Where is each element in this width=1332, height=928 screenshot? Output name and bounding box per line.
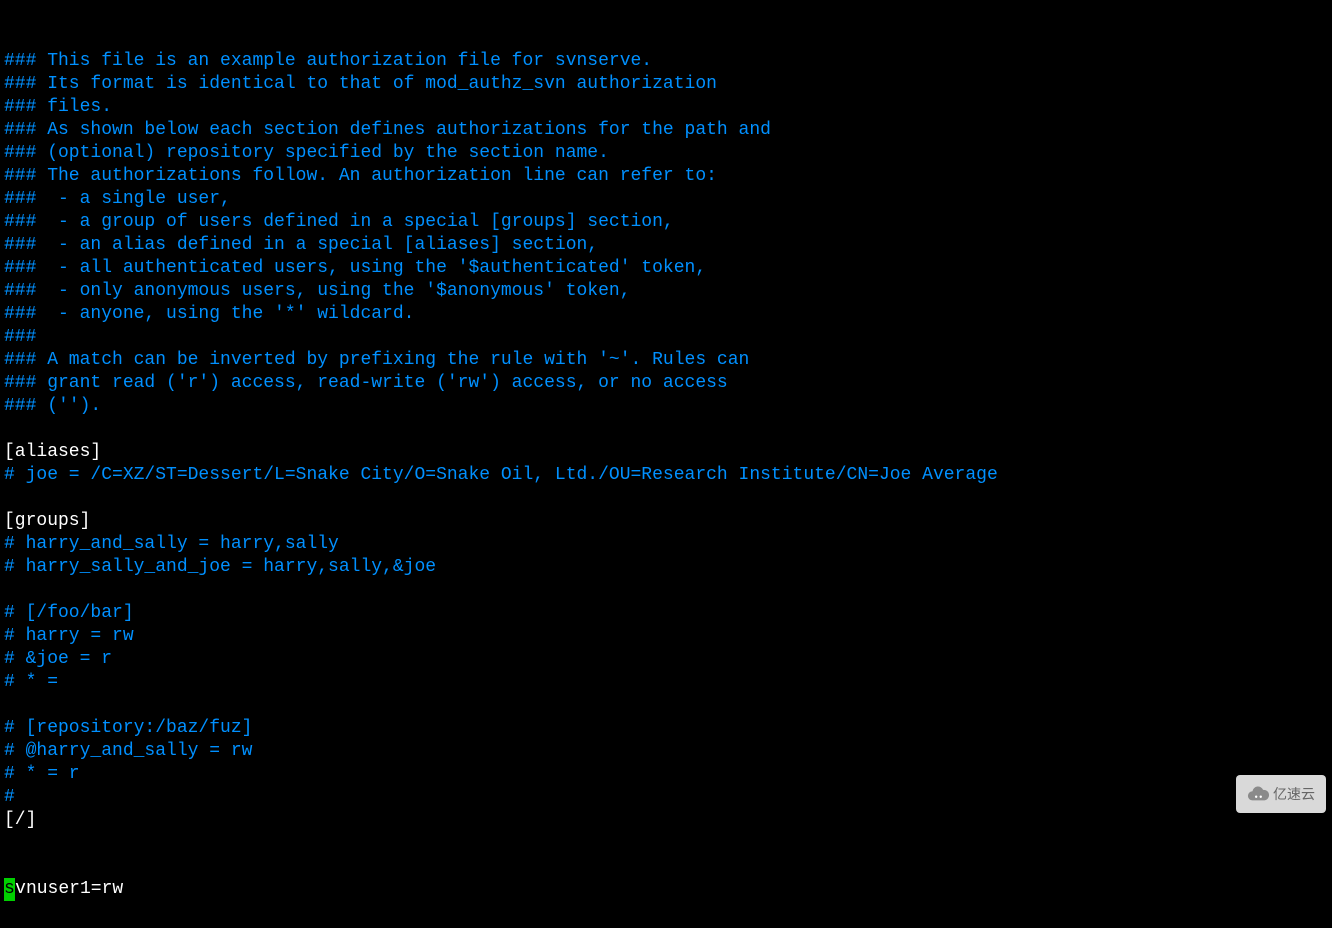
file-line: # joe = /C=XZ/ST=Dessert/L=Snake City/O=… [4, 464, 1328, 487]
file-line [4, 694, 1328, 717]
terminal-editor[interactable]: ### This file is an example authorizatio… [0, 0, 1332, 928]
file-line: ### - all authenticated users, using the… [4, 257, 1328, 280]
file-line: ### [4, 326, 1328, 349]
file-line: [/] [4, 809, 1328, 832]
file-line: # harry_sally_and_joe = harry,sally,&joe [4, 556, 1328, 579]
file-content: ### This file is an example authorizatio… [4, 50, 1328, 832]
file-line: ### Its format is identical to that of m… [4, 73, 1328, 96]
file-line: ### The authorizations follow. An author… [4, 165, 1328, 188]
file-line [4, 487, 1328, 510]
file-line: # * = r [4, 763, 1328, 786]
file-line: ### - anyone, using the '*' wildcard. [4, 303, 1328, 326]
file-line: ### (''). [4, 395, 1328, 418]
file-line: ### - only anonymous users, using the '$… [4, 280, 1328, 303]
cursor-line[interactable]: svnuser1=rw [4, 878, 1328, 901]
file-line: ### This file is an example authorizatio… [4, 50, 1328, 73]
file-line: ### grant read ('r') access, read-write … [4, 372, 1328, 395]
file-line [4, 579, 1328, 602]
cloud-icon [1247, 783, 1269, 805]
file-line: # [/foo/bar] [4, 602, 1328, 625]
file-line: ### - a single user, [4, 188, 1328, 211]
file-line: ### - an alias defined in a special [ali… [4, 234, 1328, 257]
watermark-badge: 亿速云 [1236, 775, 1326, 813]
file-line: # harry = rw [4, 625, 1328, 648]
file-line [4, 418, 1328, 441]
cursor: s [4, 878, 15, 901]
file-line: # * = [4, 671, 1328, 694]
file-line: [aliases] [4, 441, 1328, 464]
cursor-line-rest: vnuser1=rw [15, 879, 123, 899]
file-line: # &joe = r [4, 648, 1328, 671]
file-line: # [repository:/baz/fuz] [4, 717, 1328, 740]
file-line: ### - a group of users defined in a spec… [4, 211, 1328, 234]
file-line: ### (optional) repository specified by t… [4, 142, 1328, 165]
file-line: ### A match can be inverted by prefixing… [4, 349, 1328, 372]
file-line: ### files. [4, 96, 1328, 119]
file-line: [groups] [4, 510, 1328, 533]
file-line: # @harry_and_sally = rw [4, 740, 1328, 763]
file-line: # [4, 786, 1328, 809]
file-line: # harry_and_sally = harry,sally [4, 533, 1328, 556]
file-line: ### As shown below each section defines … [4, 119, 1328, 142]
watermark-text: 亿速云 [1273, 783, 1315, 806]
